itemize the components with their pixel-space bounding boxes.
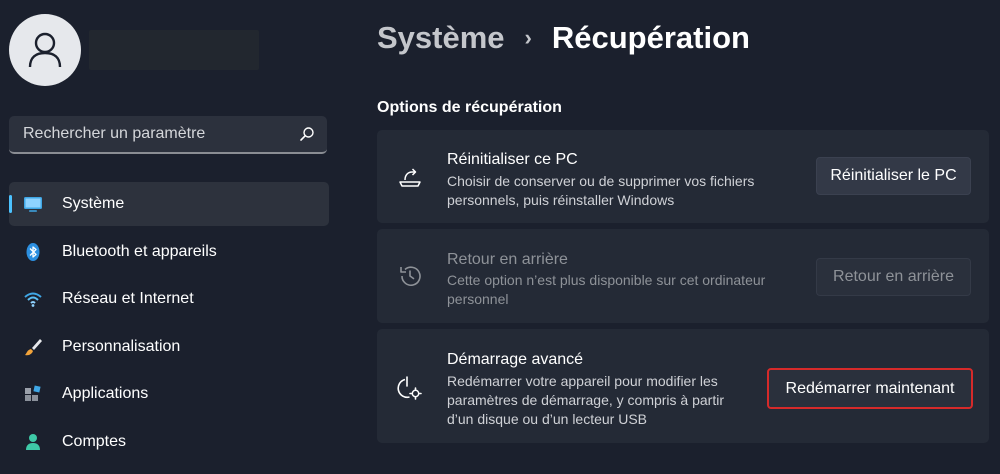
sidebar-item-applications[interactable]: Applications (9, 372, 329, 416)
sidebar-item-label: Comptes (62, 432, 127, 450)
breadcrumb-parent[interactable]: Système (377, 20, 505, 56)
sidebar-item-label: Personnalisation (62, 337, 181, 355)
card-description: Cette option n’est plus disponible sur c… (447, 272, 766, 307)
advanced-startup-icon (397, 376, 422, 400)
sidebar-item-personnalisation[interactable]: Personnalisation (9, 325, 329, 369)
user-name-redacted (89, 30, 259, 70)
card-description: Redémarrer votre appareil pour modifier … (447, 373, 724, 427)
card-title: Démarrage avancé (447, 351, 584, 368)
sidebar-item-label: Applications (62, 385, 149, 403)
go-back-button: Retour en arrière (816, 258, 971, 296)
sidebar-item-comptes[interactable]: Comptes (9, 420, 329, 464)
main-content: Système › Récupération Options de récupé… (377, 0, 991, 474)
history-icon (400, 266, 421, 286)
card-advanced-startup: Démarrage avancé Redémarrer votre appare… (377, 329, 989, 443)
avatar[interactable] (9, 14, 81, 86)
reset-pc-icon (399, 168, 421, 187)
bluetooth-icon (26, 242, 40, 261)
card-description: Choisir de conserver ou de supprimer vos… (447, 173, 755, 208)
active-indicator (9, 195, 12, 213)
brush-icon (25, 338, 42, 356)
sidebar-item-label: Réseau et Internet (62, 290, 194, 308)
user-icon (28, 32, 62, 68)
section-title: Options de récupération (377, 99, 562, 116)
person-icon (26, 433, 40, 450)
sidebar-item-label: Bluetooth et appareils (62, 242, 217, 260)
sidebar-item-systeme[interactable]: Système (9, 182, 329, 226)
sidebar-item-reseau[interactable]: Réseau et Internet (9, 277, 329, 321)
reset-pc-button[interactable]: Réinitialiser le PC (816, 157, 971, 195)
sidebar-nav: Système Bluetooth et appareils Réseau et… (9, 182, 329, 468)
monitor-icon (24, 197, 42, 212)
page-title: Récupération (551, 20, 750, 55)
card-title: Réinitialiser ce PC (447, 151, 578, 168)
search-box[interactable] (9, 116, 327, 154)
card-reset-pc: Réinitialiser ce PC Choisir de conserver… (377, 130, 989, 223)
breadcrumb: Système › Récupération (377, 16, 750, 60)
card-title: Retour en arrière (447, 251, 568, 268)
chevron-right-icon: › (524, 25, 532, 50)
wifi-icon (24, 292, 42, 308)
search-icon[interactable] (299, 126, 315, 142)
sidebar-item-label: Système (62, 195, 125, 212)
sidebar-item-bluetooth[interactable]: Bluetooth et appareils (9, 230, 329, 274)
restart-now-button[interactable]: Redémarrer maintenant (767, 368, 973, 409)
card-go-back: Retour en arrière Cette option n’est plu… (377, 229, 989, 323)
sidebar: Système Bluetooth et appareils Réseau et… (0, 0, 345, 474)
search-input[interactable] (9, 116, 289, 152)
apps-icon (25, 385, 41, 402)
